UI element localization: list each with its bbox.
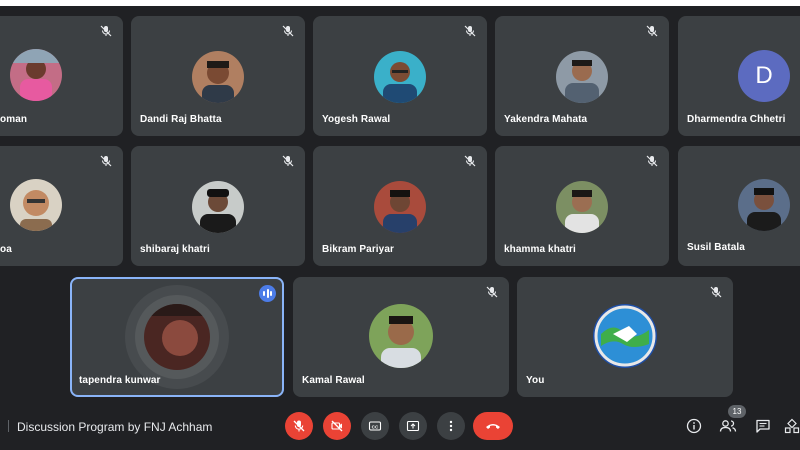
participant-tile[interactable]: Susil Batala (678, 146, 800, 266)
camera-off-icon (331, 420, 343, 432)
participant-tile[interactable]: oa (0, 146, 123, 266)
participant-avatar (374, 51, 426, 103)
window-top-edge (0, 0, 800, 6)
participant-name: shibaraj khatri (140, 244, 210, 255)
participant-avatar (192, 181, 244, 233)
mic-off-icon (464, 25, 476, 37)
activities-icon (784, 418, 800, 434)
mic-off-icon (486, 286, 498, 298)
mic-off-icon (100, 25, 112, 37)
activities-button[interactable] (784, 416, 800, 436)
meeting-details-button[interactable] (684, 416, 704, 436)
participant-avatar (192, 51, 244, 103)
participant-tile[interactable]: D Dharmendra Chhetri (678, 16, 800, 136)
participant-avatar (738, 179, 790, 231)
participant-name: Yakendra Mahata (504, 114, 588, 125)
chat-icon (756, 419, 770, 433)
participant-name: khamma khatri (504, 244, 576, 255)
mic-off-icon (646, 25, 658, 37)
participant-name: Yogesh Rawal (322, 114, 391, 125)
participant-tile-active-speaker[interactable]: tapendra kunwar (70, 277, 284, 397)
participant-avatar (10, 49, 62, 101)
people-icon (719, 420, 737, 432)
end-call-icon (486, 424, 500, 429)
participant-tile[interactable]: khamma khatri (495, 146, 669, 266)
info-icon (686, 418, 702, 434)
mic-off-icon (293, 420, 305, 432)
participant-tile[interactable]: shibaraj khatri (131, 146, 305, 266)
participant-name: Dandi Raj Bhatta (140, 114, 222, 125)
participant-name: oa (0, 244, 12, 255)
camera-toggle-button[interactable] (323, 412, 351, 440)
mic-off-icon (464, 155, 476, 167)
mic-off-icon (646, 155, 658, 167)
participant-name: Dharmendra Chhetri (687, 114, 786, 125)
participant-name: Susil Batala (687, 242, 745, 253)
participant-avatar (374, 181, 426, 233)
mic-off-icon (100, 155, 112, 167)
people-button[interactable] (718, 416, 738, 436)
captions-button[interactable]: CC (361, 412, 389, 440)
participant-tile[interactable]: Yakendra Mahata (495, 16, 669, 136)
participant-avatar (556, 181, 608, 233)
mic-off-icon (710, 286, 722, 298)
participant-tile[interactable]: Yogesh Rawal (313, 16, 487, 136)
participant-avatar (556, 51, 608, 103)
title-divider (8, 420, 9, 432)
leave-call-button[interactable] (473, 412, 513, 440)
participant-tile[interactable]: Dandi Raj Bhatta (131, 16, 305, 136)
more-icon (449, 420, 453, 432)
participant-name: Kamal Rawal (302, 375, 365, 386)
mic-off-icon (282, 155, 294, 167)
mic-toggle-button[interactable] (285, 412, 313, 440)
meeting-title: Discussion Program by FNJ Achham (17, 420, 213, 434)
present-icon (406, 420, 420, 432)
svg-text:CC: CC (372, 424, 379, 429)
participant-avatar: D (738, 50, 790, 102)
participant-avatar (369, 304, 433, 368)
participant-avatar (144, 304, 210, 370)
present-now-button[interactable] (399, 412, 427, 440)
captions-icon: CC (368, 421, 382, 431)
participant-tile-self[interactable]: You (517, 277, 733, 397)
participant-name: Bikram Pariyar (322, 244, 395, 255)
participant-avatar (593, 304, 657, 368)
participant-avatar (10, 179, 62, 231)
more-options-button[interactable] (437, 412, 465, 440)
participant-name: You (526, 375, 545, 386)
chat-button[interactable] (753, 416, 773, 436)
participant-tile[interactable]: Kamal Rawal (293, 277, 509, 397)
mic-off-icon (282, 25, 294, 37)
participant-name: tapendra kunwar (79, 375, 161, 386)
participant-name: oman (0, 114, 28, 125)
participant-tile[interactable]: Bikram Pariyar (313, 146, 487, 266)
speaking-indicator-icon (259, 285, 276, 302)
participant-tile[interactable]: oman (0, 16, 123, 136)
